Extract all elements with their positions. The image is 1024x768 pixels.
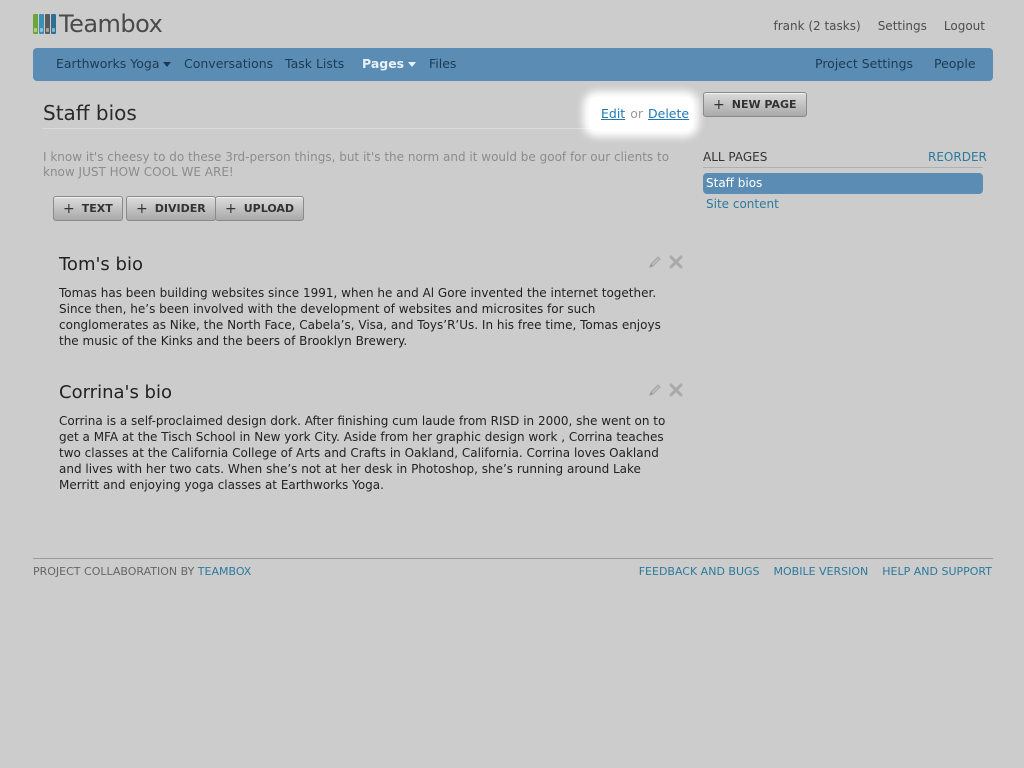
reorder-link[interactable]: REORDER: [928, 150, 987, 164]
add-divider-label: DIVIDER: [154, 202, 206, 215]
logout-link[interactable]: Logout: [944, 19, 985, 33]
add-divider-button[interactable]: + DIVIDER: [126, 196, 216, 221]
nav-people[interactable]: People: [934, 56, 976, 71]
user-link[interactable]: frank (2 tasks): [773, 19, 860, 33]
feedback-link[interactable]: FEEDBACK AND BUGS: [639, 565, 760, 578]
teambox-logo-icon: [33, 14, 56, 34]
nav-project-label: Earthworks Yoga: [56, 56, 160, 71]
new-page-button[interactable]: + NEW PAGE: [703, 92, 807, 117]
nav-project-settings[interactable]: Project Settings: [815, 56, 913, 71]
all-pages-heading: ALL PAGES: [703, 150, 768, 164]
delete-x-icon[interactable]: [669, 383, 683, 397]
bio-text: Tomas has been building websites since 1…: [59, 286, 661, 348]
edit-page-link[interactable]: Edit: [601, 106, 625, 121]
pencil-icon[interactable]: [647, 254, 663, 270]
upload-button[interactable]: + UPLOAD: [215, 196, 305, 221]
footer-links: FEEDBACK AND BUGS MOBILE VERSION HELP AN…: [639, 565, 992, 578]
footer-divider: [33, 558, 993, 559]
chevron-down-icon: [408, 62, 417, 67]
plus-icon: +: [136, 200, 148, 217]
add-text-button[interactable]: + TEXT: [53, 196, 123, 221]
nav-pages-dropdown[interactable]: Pages: [362, 56, 417, 71]
page-intro: I know it's cheesy to do these 3rd-perso…: [43, 150, 670, 179]
sidebar-item-site-content[interactable]: Site content: [703, 194, 983, 215]
settings-link[interactable]: Settings: [878, 19, 927, 33]
page-edit-links: Edit or Delete: [601, 106, 689, 121]
footer-credit-text: PROJECT COLLABORATION BY: [33, 565, 195, 578]
new-page-label: NEW PAGE: [731, 98, 797, 111]
nav-files[interactable]: Files: [429, 56, 456, 71]
bio-title: Corrina's bio: [59, 382, 172, 403]
plus-icon: +: [713, 96, 725, 113]
upload-label: UPLOAD: [243, 202, 295, 215]
logo-text: Teambox: [59, 10, 163, 38]
delete-x-icon[interactable]: [669, 255, 683, 269]
main-nav-bar: Earthworks Yoga Conversations Task Lists…: [33, 48, 993, 81]
pencil-icon[interactable]: [647, 382, 663, 398]
footer-teambox-link[interactable]: TEAMBOX: [198, 565, 252, 578]
nav-pages-label: Pages: [362, 56, 405, 71]
bio-tools: [647, 254, 683, 270]
sidebar-divider: [703, 167, 983, 168]
bio-tools: [647, 382, 683, 398]
or-text: or: [630, 106, 644, 121]
plus-icon: +: [225, 200, 237, 217]
bio-text: Corrina is a self-proclaimed design dork…: [59, 414, 666, 492]
footer-credit: PROJECT COLLABORATION BY TEAMBOX: [33, 565, 251, 578]
nav-project-dropdown[interactable]: Earthworks Yoga: [56, 56, 172, 71]
bio-title: Tom's bio: [59, 254, 143, 275]
mobile-version-link[interactable]: MOBILE VERSION: [774, 565, 869, 578]
delete-page-link[interactable]: Delete: [648, 106, 689, 121]
top-nav: frank (2 tasks) Settings Logout: [773, 19, 985, 33]
sidebar-item-staff-bios[interactable]: Staff bios: [703, 173, 983, 194]
plus-icon: +: [63, 200, 75, 217]
page-title: Staff bios: [43, 101, 137, 125]
nav-conversations[interactable]: Conversations: [184, 56, 273, 71]
nav-task-lists[interactable]: Task Lists: [285, 56, 344, 71]
help-support-link[interactable]: HELP AND SUPPORT: [882, 565, 992, 578]
teambox-logo[interactable]: Teambox: [33, 10, 163, 38]
add-text-label: TEXT: [81, 202, 113, 215]
chevron-down-icon: [163, 62, 172, 67]
